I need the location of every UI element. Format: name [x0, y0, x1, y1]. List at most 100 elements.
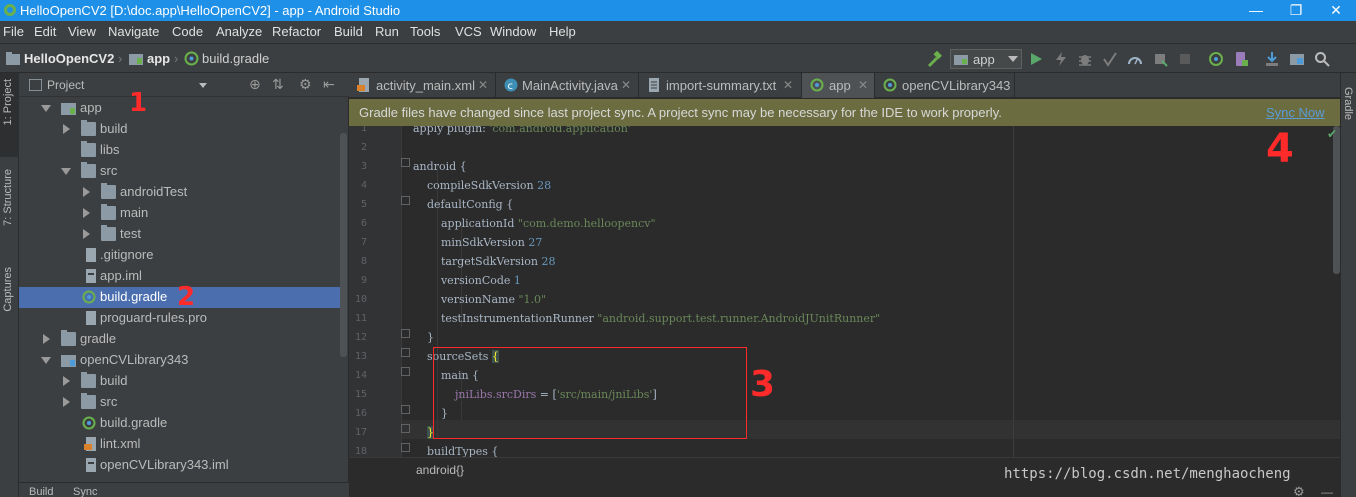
close-icon[interactable]: ✕ [783, 78, 793, 92]
tree-item-lib-iml[interactable]: openCVLibrary343.iml [19, 455, 341, 476]
expand-arrow-icon[interactable] [83, 229, 90, 239]
project-view-select[interactable]: Project [47, 78, 84, 92]
tab-activity-main-xml[interactable]: activity_main.xml ✕ [349, 73, 496, 98]
menu-code[interactable]: Code [172, 24, 203, 39]
fold-marker-icon[interactable] [401, 424, 410, 433]
expand-arrow-icon[interactable] [43, 334, 50, 344]
code-token: "com.demo.helloopencv" [517, 217, 656, 230]
gradle-tool-label[interactable]: Gradle [1342, 87, 1354, 120]
menu-run[interactable]: Run [375, 24, 399, 39]
run-icon[interactable] [1028, 51, 1044, 67]
tree-item-main[interactable]: main [19, 203, 341, 224]
expand-arrow-icon[interactable] [63, 124, 70, 134]
expand-arrow-icon[interactable] [41, 105, 51, 112]
menu-help[interactable]: Help [549, 24, 576, 39]
menu-tools[interactable]: Tools [410, 24, 440, 39]
breadcrumb-module[interactable]: app [147, 51, 170, 66]
close-button[interactable]: ✕ [1316, 0, 1356, 21]
captures-tool-label[interactable]: Captures [2, 267, 14, 312]
collapse-all-icon[interactable]: ⇅ [272, 76, 284, 93]
tree-item-label: src [100, 163, 118, 178]
sdk-manager-icon[interactable] [1264, 51, 1280, 67]
fold-marker-icon[interactable] [401, 158, 410, 167]
fold-marker-icon[interactable] [401, 196, 410, 205]
tree-item-build[interactable]: build [19, 119, 341, 140]
tree-item-lib-src[interactable]: src [19, 392, 341, 413]
tab-opencvlibrary343[interactable]: openCVLibrary343 [875, 73, 1015, 98]
tree-item-lint-xml[interactable]: lint.xml [19, 434, 341, 455]
expand-arrow-icon[interactable] [83, 208, 90, 218]
fold-marker-icon[interactable] [401, 405, 410, 414]
gear-icon[interactable]: ⚙ [1293, 484, 1305, 497]
menu-edit[interactable]: Edit [34, 24, 56, 39]
line-number: 1 [360, 126, 367, 134]
sync-now-link[interactable]: Sync Now [1266, 105, 1325, 120]
close-icon[interactable]: ✕ [621, 78, 631, 92]
tab-app-gradle[interactable]: app ✕ [802, 73, 875, 98]
code-line: defaultConfig { [413, 198, 513, 217]
tree-item-gitignore[interactable]: .gitignore [19, 245, 341, 266]
editor-scrollbar[interactable] [1333, 126, 1340, 274]
fold-marker-icon[interactable] [401, 348, 410, 357]
menu-analyze[interactable]: Analyze [216, 24, 262, 39]
gradle-sync-icon[interactable] [1208, 51, 1224, 67]
fold-marker-icon[interactable] [401, 329, 410, 338]
expand-arrow-icon[interactable] [83, 187, 90, 197]
tree-item-src[interactable]: src [19, 161, 341, 182]
sync-tool-tab[interactable]: Sync [73, 486, 97, 497]
tree-item-lib-build[interactable]: build [19, 371, 341, 392]
breadcrumb-file[interactable]: build.gradle [202, 51, 269, 66]
tree-item-test[interactable]: test [19, 224, 341, 245]
line-number: 10 [354, 294, 367, 305]
folder-icon [6, 52, 20, 65]
menu-view[interactable]: View [68, 24, 96, 39]
run-config-select[interactable]: app [950, 49, 1022, 69]
menu-file[interactable]: File [3, 24, 24, 39]
gear-icon[interactable]: ⚙ [299, 76, 312, 93]
hammer-icon[interactable] [926, 51, 942, 67]
tree-item-app[interactable]: app [19, 98, 341, 119]
project-tool-label: 1: Project [2, 79, 14, 126]
restore-button[interactable]: ❐ [1276, 0, 1316, 21]
menu-navigate[interactable]: Navigate [108, 24, 159, 39]
fold-marker-icon[interactable] [401, 367, 410, 376]
tab-mainactivity-java[interactable]: c MainActivity.java ✕ [496, 73, 639, 98]
profiler-gauge-icon[interactable] [1127, 51, 1143, 67]
close-icon[interactable]: ✕ [858, 78, 868, 92]
build-tool-tab[interactable]: Build [29, 486, 53, 497]
project-tool-tab[interactable]: 1: Project [0, 73, 19, 157]
stop-icon[interactable] [1177, 51, 1193, 67]
breadcrumb-project[interactable]: HelloOpenCV2 [24, 51, 114, 66]
tree-item-androidtest[interactable]: androidTest [19, 182, 341, 203]
menu-window[interactable]: Window [490, 24, 536, 39]
attach-debugger-icon[interactable] [1152, 51, 1168, 67]
menu-vcs[interactable]: VCS [455, 24, 482, 39]
apply-changes-icon[interactable] [1053, 51, 1069, 67]
tree-item-gradle[interactable]: gradle [19, 329, 341, 350]
structure-tool-label[interactable]: 7: Structure [2, 169, 14, 226]
scroll-from-source-icon[interactable]: ⊕ [249, 76, 261, 93]
search-icon[interactable] [1314, 51, 1330, 67]
chevron-down-icon[interactable] [199, 83, 207, 88]
expand-arrow-icon[interactable] [63, 397, 70, 407]
close-icon[interactable]: ✕ [478, 78, 488, 92]
minimize-button[interactable]: — [1236, 0, 1276, 21]
fold-marker-icon[interactable] [401, 443, 410, 452]
profile-icon[interactable] [1102, 51, 1118, 67]
project-scrollbar[interactable] [340, 133, 347, 357]
tab-import-summary[interactable]: import-summary.txt ✕ [639, 73, 802, 98]
tree-item-libs[interactable]: libs [19, 140, 341, 161]
debug-icon[interactable] [1077, 51, 1093, 67]
expand-arrow-icon[interactable] [61, 168, 71, 175]
project-structure-icon[interactable] [1289, 51, 1305, 67]
editor-breadcrumb-item[interactable]: android{} [416, 463, 464, 477]
hide-panel-icon[interactable]: — [1321, 485, 1333, 497]
menu-build[interactable]: Build [334, 24, 363, 39]
hide-panel-icon[interactable]: ⇤ [323, 76, 335, 93]
expand-arrow-icon[interactable] [41, 357, 51, 364]
tree-item-lib-build-gradle[interactable]: build.gradle [19, 413, 341, 434]
expand-arrow-icon[interactable] [63, 376, 70, 386]
tree-item-opencvlibrary343[interactable]: openCVLibrary343 [19, 350, 341, 371]
menu-refactor[interactable]: Refactor [272, 24, 321, 39]
avd-manager-icon[interactable] [1233, 51, 1249, 67]
